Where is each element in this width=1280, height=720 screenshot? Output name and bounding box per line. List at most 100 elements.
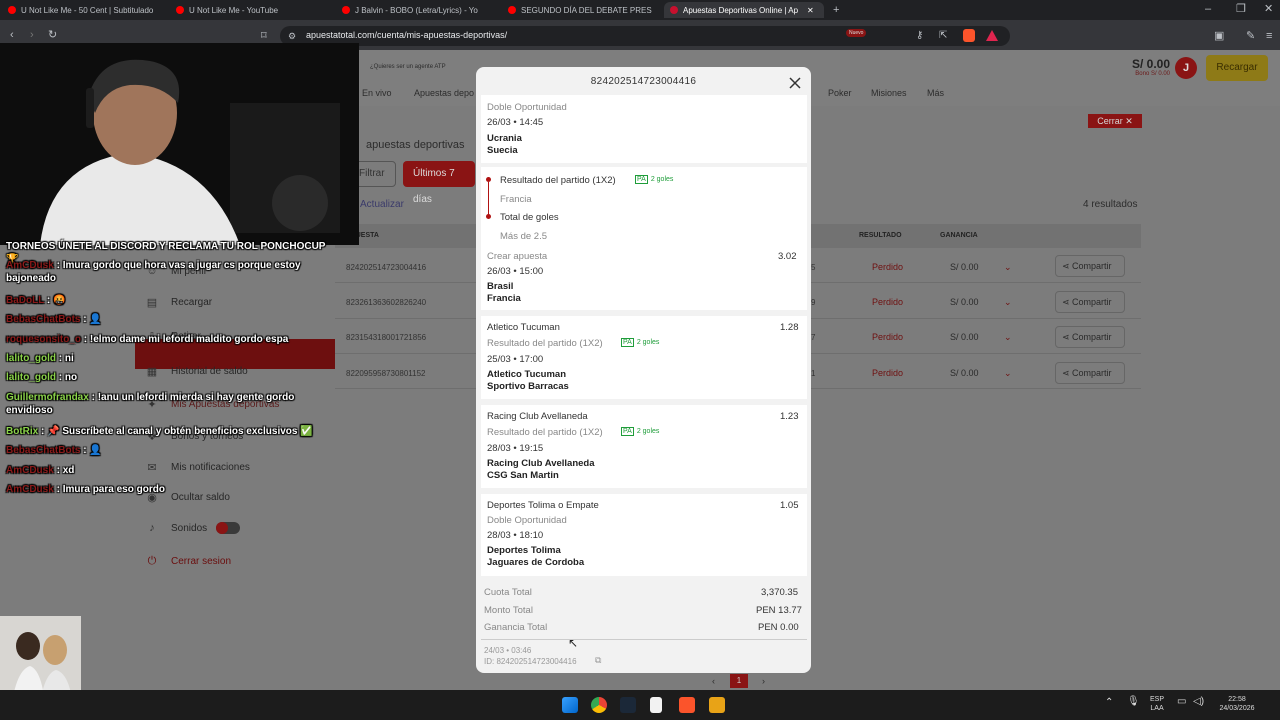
brave-shield-icon[interactable] xyxy=(963,29,975,42)
url-text[interactable]: apuestatotal.com/cuenta/mis-apuestas-dep… xyxy=(306,30,507,40)
wallet-icon: ▤ xyxy=(146,297,158,309)
password-key-icon[interactable]: ⚷ xyxy=(916,30,923,42)
menu-icon[interactable]: ≡ xyxy=(1266,30,1272,42)
minimize-icon[interactable]: – xyxy=(1205,3,1211,15)
browser-tab[interactable]: U Not Like Me - 50 Cent | Subtitulado xyxy=(8,2,158,18)
selection-name: Deportes Tolima o Empate xyxy=(487,500,599,511)
notepad-icon[interactable] xyxy=(650,697,662,713)
volume-icon[interactable]: ◁) xyxy=(1193,697,1204,707)
forward-icon[interactable]: › xyxy=(30,29,34,41)
menu-cerrar-sesion[interactable]: ⏻ Cerrar sesion xyxy=(145,555,231,567)
selection-odds: 3.02 xyxy=(778,251,797,262)
share-icon[interactable]: ⇱ xyxy=(939,30,947,42)
chevron-down-icon[interactable]: ⌄ xyxy=(1004,368,1012,379)
sub-market-label: Resultado del partido (1X2) xyxy=(500,175,616,186)
bookmark-icon[interactable]: ⌑ xyxy=(261,30,267,42)
sonidos-toggle[interactable] xyxy=(216,522,240,534)
share-button[interactable]: ⋖ Compartir xyxy=(1055,362,1125,384)
tray-chevron-up-icon[interactable]: ⌃ xyxy=(1105,698,1113,708)
market-label: Doble Oportunidad xyxy=(487,515,567,526)
pager-prev-icon[interactable]: ‹ xyxy=(712,676,715,686)
results-count: 4 resultados xyxy=(1083,199,1138,210)
brave-rewards-icon[interactable] xyxy=(986,30,998,41)
nav-en-vivo[interactable]: En vivo xyxy=(362,88,392,98)
menu-sonidos[interactable]: ♪ Sonidos xyxy=(145,522,207,534)
bet-id: 822095958730801152 xyxy=(346,369,426,378)
selection-dot xyxy=(486,214,491,219)
chat-message: BaDoLL : 🤬 xyxy=(6,295,66,306)
windows-start-icon[interactable] xyxy=(562,697,578,713)
back-icon[interactable]: ‹ xyxy=(10,29,14,41)
team-home: Brasil xyxy=(487,281,514,292)
network-icon[interactable]: ▭ xyxy=(1177,697,1186,707)
selection-name: Racing Club Avellaneda xyxy=(487,411,588,422)
match-datetime: 28/03 • 19:15 xyxy=(487,443,544,454)
close-window-icon[interactable]: ✕ xyxy=(1264,3,1273,15)
nav-misiones[interactable]: Misiones xyxy=(871,88,907,98)
app-icon[interactable] xyxy=(709,697,725,713)
cerrar-button[interactable]: Cerrar ✕ xyxy=(1088,114,1142,128)
copy-icon[interactable]: ⧉ xyxy=(595,655,601,666)
match-datetime: 25/03 • 17:00 xyxy=(487,354,544,365)
chevron-down-icon[interactable]: ⌄ xyxy=(1004,297,1012,308)
wallet-icon[interactable]: ✎ xyxy=(1246,30,1255,42)
bet-col: 5 xyxy=(811,263,816,272)
clock[interactable]: 22:58 24/03/2026 xyxy=(1212,695,1262,713)
browser-tab[interactable]: U Not Like Me - YouTube xyxy=(176,2,326,18)
promo-text[interactable]: ¿Quieres ser un agente ATP xyxy=(370,64,446,70)
date-range-button[interactable]: Últimos 7 días xyxy=(403,161,475,205)
sub-pick: Francia xyxy=(500,194,532,205)
browser-tab[interactable]: SEGUNDO DÍA DEL DEBATE PRES xyxy=(508,2,654,18)
cuota-total-value: 3,370.35 xyxy=(761,587,798,598)
cuota-total-label: Cuota Total xyxy=(484,587,532,598)
team-away: Suecia xyxy=(487,145,518,156)
share-button[interactable]: ⋖ Compartir xyxy=(1055,291,1125,313)
team-home: Deportes Tolima xyxy=(487,545,561,556)
bet-gain: S/ 0.00 xyxy=(950,368,979,378)
sidebar-icon[interactable]: ▣ xyxy=(1214,30,1224,42)
menu-notificaciones[interactable]: ✉ Mis notificaciones xyxy=(145,461,250,475)
bet-result: Perdido xyxy=(872,262,904,272)
bet-col: 7 xyxy=(811,333,816,342)
bet-result: Perdido xyxy=(872,297,904,307)
chevron-down-icon[interactable]: ⌄ xyxy=(1004,262,1012,273)
monto-total-label: Monto Total xyxy=(484,605,533,616)
chevron-down-icon[interactable]: ⌄ xyxy=(1004,332,1012,343)
browser-tab-active[interactable]: Apuestas Deportivas Online | Ap ✕ xyxy=(664,2,824,18)
bet-gain: S/ 0.00 xyxy=(950,297,979,307)
reload-icon[interactable]: ↻ xyxy=(48,29,57,41)
language-indicator[interactable]: ESP LAA xyxy=(1150,695,1164,713)
maximize-icon[interactable]: ❐ xyxy=(1236,3,1246,15)
match-datetime: 28/03 • 18:10 xyxy=(487,530,544,541)
selection-connector xyxy=(488,182,489,216)
close-tab-icon[interactable]: ✕ xyxy=(807,6,814,15)
chat-message: lalito_gold : no xyxy=(6,372,78,383)
bet-result: Perdido xyxy=(872,332,904,342)
close-icon[interactable] xyxy=(788,76,802,90)
chrome-icon[interactable] xyxy=(591,697,607,713)
site-info-icon[interactable]: ⚙ xyxy=(288,30,296,42)
pager-next-icon[interactable]: › xyxy=(762,676,765,686)
nav-apuestas[interactable]: Apuestas depo xyxy=(414,88,474,98)
menu-recargar[interactable]: ▤ Recargar xyxy=(145,296,212,310)
recargar-button[interactable]: Recargar xyxy=(1206,55,1268,81)
steam-icon[interactable] xyxy=(620,697,636,713)
chat-message: Guillermofrandax : !anu un lefordi mierd… xyxy=(6,392,295,416)
selection-odds: 1.28 xyxy=(780,322,799,333)
modal-title: 824202514723004416 xyxy=(590,76,697,87)
speaker-icon: ♪ xyxy=(149,522,155,534)
section-title: apuestas deportivas xyxy=(366,139,465,151)
brave-icon[interactable] xyxy=(679,697,695,713)
page-number[interactable]: 1 xyxy=(730,674,748,688)
team-away: Jaguares de Cordoba xyxy=(487,557,585,568)
nav-poker[interactable]: Poker xyxy=(828,88,852,98)
new-tab-button[interactable]: + xyxy=(833,4,839,16)
browser-tab[interactable]: J Balvin - BOBO (Letra/Lyrics) - Yo xyxy=(342,2,492,18)
menu-historial[interactable]: ▦ Historial de saldo xyxy=(145,365,248,379)
nuevo-badge: Nuevo xyxy=(846,29,867,37)
bono-amount: Bono S/ 0.00 xyxy=(1135,71,1170,77)
microphone-icon[interactable]: 🎙 xyxy=(1127,697,1140,707)
nav-mas[interactable]: Más xyxy=(927,88,944,98)
actualizar-link[interactable]: Actualizar xyxy=(360,199,404,210)
avatar[interactable]: J xyxy=(1175,57,1197,79)
